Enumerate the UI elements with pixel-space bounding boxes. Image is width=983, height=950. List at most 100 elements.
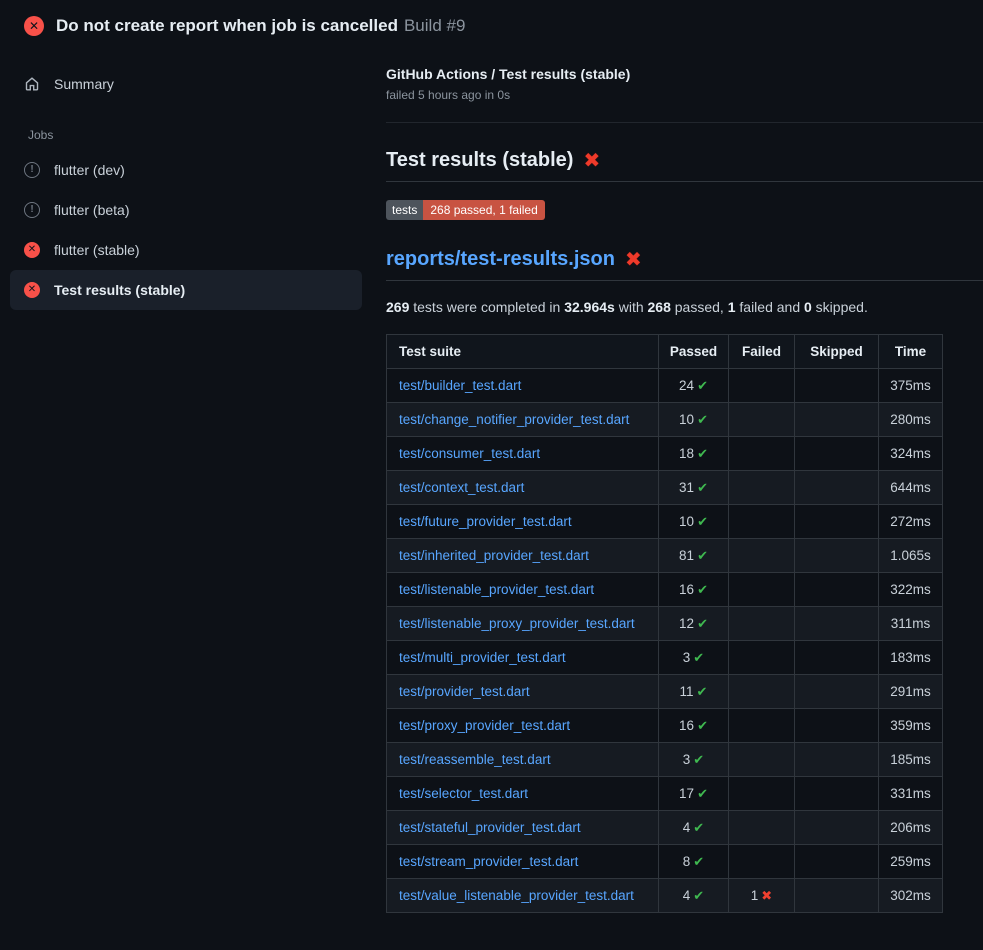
report-title: reports/test-results.json ✖: [386, 248, 983, 281]
time-cell: 375ms: [879, 369, 943, 403]
passed-cell: 10✔: [659, 505, 729, 539]
suite-link[interactable]: test/change_notifier_provider_test.dart: [399, 412, 629, 427]
failed-cell: [729, 709, 795, 743]
passed-cell: 3✔: [659, 743, 729, 777]
breadcrumb: GitHub Actions / Test results (stable): [386, 66, 983, 82]
col-failed: Failed: [729, 335, 795, 369]
table-row: test/stateful_provider_test.dart4✔206ms: [387, 811, 943, 845]
check-icon: ✔: [693, 650, 704, 665]
divider: [386, 122, 983, 123]
suite-link[interactable]: test/stream_provider_test.dart: [399, 854, 578, 869]
job-label: flutter (beta): [54, 202, 129, 218]
suite-link[interactable]: test/multi_provider_test.dart: [399, 650, 566, 665]
summary-total: 269: [386, 299, 409, 315]
failed-cell: [729, 675, 795, 709]
col-time: Time: [879, 335, 943, 369]
suite-link[interactable]: test/reassemble_test.dart: [399, 752, 551, 767]
table-row: test/proxy_provider_test.dart16✔359ms: [387, 709, 943, 743]
time-cell: 324ms: [879, 437, 943, 471]
check-icon: ✔: [697, 514, 708, 529]
job-neutral-icon: !: [24, 202, 40, 218]
suite-cell: test/value_listenable_provider_test.dart: [387, 879, 659, 913]
suite-link[interactable]: test/selector_test.dart: [399, 786, 528, 801]
suite-link[interactable]: test/stateful_provider_test.dart: [399, 820, 581, 835]
suite-link[interactable]: test/listenable_provider_test.dart: [399, 582, 594, 597]
suite-link[interactable]: test/proxy_provider_test.dart: [399, 718, 570, 733]
table-row: test/listenable_provider_test.dart 16✔ 322…: [387, 573, 943, 607]
skipped-cell: [795, 369, 879, 403]
check-icon: ✔: [697, 548, 708, 563]
time-cell: 359ms: [879, 709, 943, 743]
table-row: test/selector_test.dart17✔331ms: [387, 777, 943, 811]
suite-link[interactable]: test/listenable_proxy_provider_test.dart: [399, 616, 635, 631]
skipped-cell: [795, 811, 879, 845]
suite-cell: test/multi_provider_test.dart: [387, 641, 659, 675]
time-cell: 280ms: [879, 403, 943, 437]
check-icon: ✔: [697, 786, 708, 801]
sidebar-item-job-3[interactable]: ✕Test results (stable): [10, 270, 362, 310]
sidebar-summary-label: Summary: [54, 76, 114, 92]
suite-link[interactable]: test/provider_test.dart: [399, 684, 530, 699]
test-results-table: Test suite Passed Failed Skipped Time te…: [386, 334, 943, 913]
failed-cell: [729, 845, 795, 879]
run-meta: failed 5 hours ago in 0s: [386, 88, 983, 102]
table-row: test/reassemble_test.dart3✔185ms: [387, 743, 943, 777]
passed-cell-value: 3: [683, 650, 691, 665]
check-icon: ✔: [697, 446, 708, 461]
time-cell: 183ms: [879, 641, 943, 675]
table-row: test/builder_test.dart24✔375ms: [387, 369, 943, 403]
check-icon: ✔: [697, 412, 708, 427]
table-row: test/provider_test.dart11✔291ms: [387, 675, 943, 709]
job-failed-icon: ✕: [24, 282, 40, 298]
check-icon: ✔: [697, 582, 708, 597]
suite-cell: test/builder_test.dart: [387, 369, 659, 403]
time-cell: 644ms: [879, 471, 943, 505]
section-title: Test results (stable) ✖: [386, 149, 983, 182]
col-test-suite: Test suite: [387, 335, 659, 369]
report-file-link[interactable]: reports/test-results.json: [386, 248, 615, 271]
time-cell: 272ms: [879, 505, 943, 539]
sidebar-item-job-1[interactable]: ! flutter (beta): [10, 190, 362, 230]
suite-link[interactable]: test/value_listenable_provider_test.dart: [399, 888, 634, 903]
passed-cell-value: 3: [683, 752, 691, 767]
summary-failed: 1: [728, 299, 736, 315]
main-content: GitHub Actions / Test results (stable) f…: [386, 66, 983, 913]
suite-cell: test/change_notifier_provider_test.dart: [387, 403, 659, 437]
passed-cell: 8✔: [659, 845, 729, 879]
sidebar-item-job-0[interactable]: !flutter (dev): [10, 150, 362, 190]
tests-badge: tests 268 passed, 1 failed: [386, 200, 545, 220]
check-icon: ✔: [697, 684, 708, 699]
suite-link[interactable]: test/context_test.dart: [399, 480, 524, 495]
time-cell: 291ms: [879, 675, 943, 709]
table-row: test/inherited_provider_test.dart 81✔ 1.06…: [387, 539, 943, 573]
suite-link[interactable]: test/builder_test.dart: [399, 378, 521, 393]
passed-cell-value: 81: [679, 548, 694, 563]
time-cell: 322ms: [879, 573, 943, 607]
time-cell: 331ms: [879, 777, 943, 811]
suite-link[interactable]: test/consumer_test.dart: [399, 446, 540, 461]
suite-cell: test/inherited_provider_test.dart: [387, 539, 659, 573]
failed-cell: [729, 743, 795, 777]
suite-cell: test/proxy_provider_test.dart: [387, 709, 659, 743]
sidebar-item-summary[interactable]: Summary: [10, 66, 362, 102]
job-label: flutter (stable): [54, 242, 140, 258]
suite-link[interactable]: test/future_provider_test.dart: [399, 514, 572, 529]
skipped-cell: [795, 675, 879, 709]
home-icon: [24, 76, 40, 92]
passed-cell-value: 10: [679, 412, 694, 427]
passed-cell: 10✔: [659, 403, 729, 437]
failed-x-icon: ✖: [583, 151, 600, 171]
suite-link[interactable]: test/inherited_provider_test.dart: [399, 548, 589, 563]
sidebar-item-job-2[interactable]: ✕flutter (stable): [10, 230, 362, 270]
failed-cell: [729, 505, 795, 539]
suite-cell: test/selector_test.dart: [387, 777, 659, 811]
skipped-cell: [795, 845, 879, 879]
failed-cell: [729, 471, 795, 505]
failed-cell: [729, 811, 795, 845]
passed-cell: 3✔: [659, 641, 729, 675]
suite-cell: test/provider_test.dart: [387, 675, 659, 709]
col-skipped: Skipped: [795, 335, 879, 369]
passed-cell: 16✔: [659, 573, 729, 607]
time-cell: 1.065s: [879, 539, 943, 573]
summary-line: 269 tests were completed in 32.964s with…: [386, 299, 983, 315]
